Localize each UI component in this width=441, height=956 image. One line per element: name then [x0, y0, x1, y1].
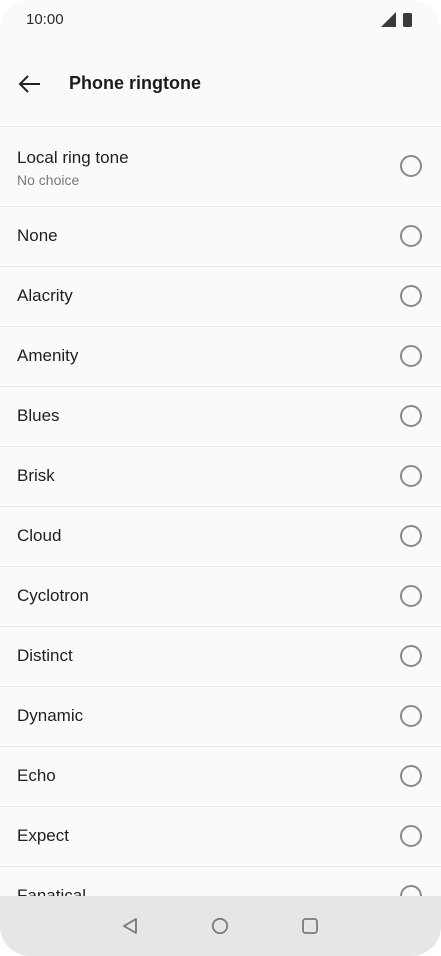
recents-square-icon [302, 918, 318, 934]
list-item[interactable]: Distinct [0, 626, 441, 686]
ringtone-list[interactable]: Local ring tone No choice None Alacrity … [0, 126, 441, 896]
list-item-label: None [17, 226, 58, 245]
list-item-label: Alacrity [17, 286, 73, 305]
status-bar: 10:00 [0, 0, 441, 40]
list-item[interactable]: None [0, 206, 441, 266]
battery-icon [403, 13, 412, 27]
list-item-label: Cyclotron [17, 586, 89, 605]
radio-button[interactable] [400, 885, 422, 896]
list-item[interactable]: Fanatical [0, 866, 441, 896]
status-icons [381, 12, 415, 28]
list-item[interactable]: Dynamic [0, 686, 441, 746]
radio-button[interactable] [400, 155, 422, 177]
arrow-left-icon [18, 75, 40, 93]
list-item-local-ringtone[interactable]: Local ring tone No choice [0, 126, 441, 206]
list-item[interactable]: Cyclotron [0, 566, 441, 626]
nav-back-button[interactable] [114, 910, 146, 942]
radio-button[interactable] [400, 285, 422, 307]
radio-button[interactable] [400, 345, 422, 367]
list-item-label: Brisk [17, 466, 55, 485]
radio-button[interactable] [400, 525, 422, 547]
list-item[interactable]: Blues [0, 386, 441, 446]
list-item[interactable]: Amenity [0, 326, 441, 386]
nav-recents-button[interactable] [294, 910, 326, 942]
radio-button[interactable] [400, 705, 422, 727]
back-triangle-icon [123, 918, 137, 934]
list-item[interactable]: Echo [0, 746, 441, 806]
nav-home-button[interactable] [204, 910, 236, 942]
status-time: 10:00 [26, 11, 64, 28]
radio-button[interactable] [400, 465, 422, 487]
list-item-label: Echo [17, 766, 56, 785]
navigation-bar [0, 896, 441, 956]
signal-icon [381, 12, 396, 27]
list-item[interactable]: Alacrity [0, 266, 441, 326]
page-title: Phone ringtone [69, 73, 201, 93]
radio-button[interactable] [400, 585, 422, 607]
back-button[interactable] [10, 64, 50, 104]
list-item-label: Distinct [17, 646, 73, 665]
list-item-label: Cloud [17, 526, 62, 545]
radio-button[interactable] [400, 405, 422, 427]
list-item-label: Blues [17, 406, 60, 425]
list-item-label: Amenity [17, 346, 79, 365]
home-circle-icon [211, 917, 229, 935]
radio-button[interactable] [400, 645, 422, 667]
list-item-label: Fanatical [17, 886, 86, 896]
radio-button[interactable] [400, 825, 422, 847]
list-item-sublabel: No choice [17, 172, 80, 188]
list-item-label: Expect [17, 826, 69, 845]
radio-button[interactable] [400, 225, 422, 247]
app-bar: Phone ringtone [0, 48, 441, 120]
list-item[interactable]: Expect [0, 806, 441, 866]
list-item[interactable]: Cloud [0, 506, 441, 566]
list-item-label: Dynamic [17, 706, 84, 725]
list-item-label: Local ring tone [17, 148, 129, 167]
radio-button[interactable] [400, 765, 422, 787]
list-item[interactable]: Brisk [0, 446, 441, 506]
phone-screen: 10:00 Phone ringtone Local ring tone No … [0, 0, 441, 956]
